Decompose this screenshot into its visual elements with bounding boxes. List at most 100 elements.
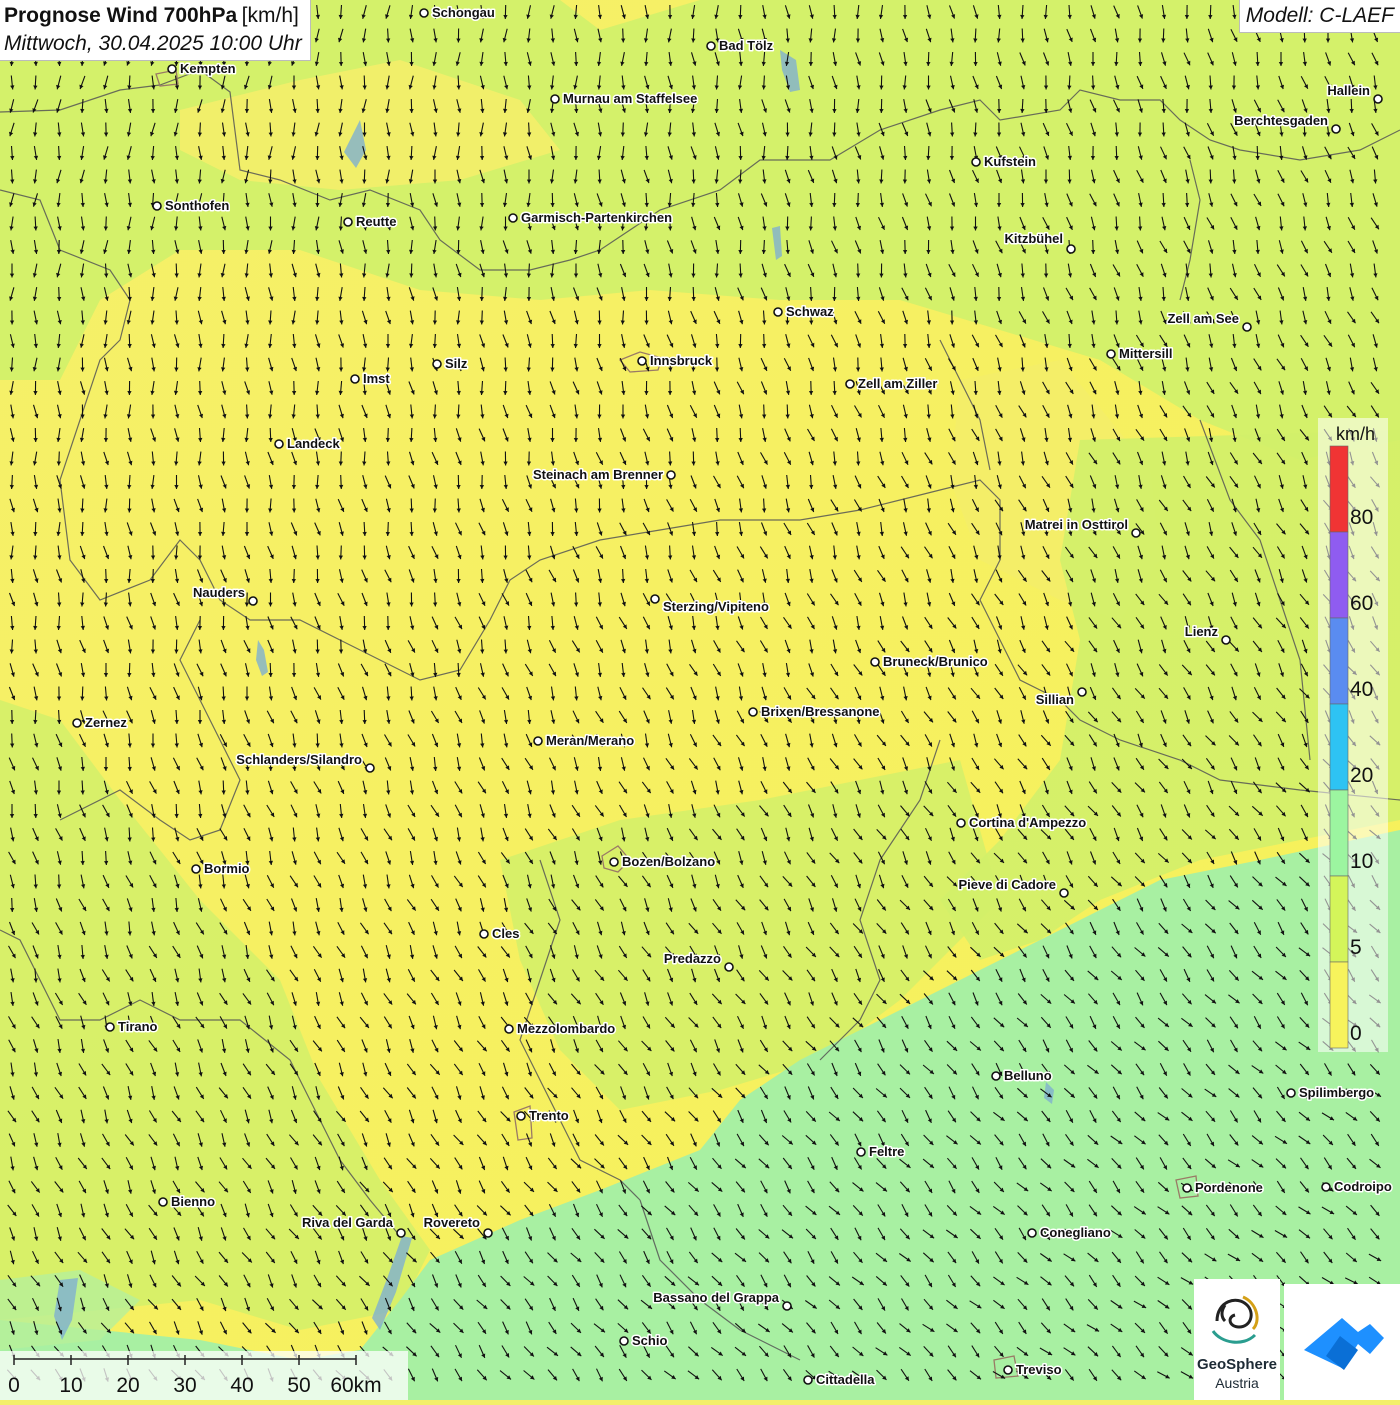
legend-tick-label: 0 — [1350, 1022, 1362, 1045]
scale-tick-label: 60km — [330, 1374, 381, 1397]
scale-bar: 0102030405060km — [0, 1351, 408, 1400]
geosphere-sub: Austria — [1194, 1375, 1280, 1391]
city-marker-icon — [1322, 1183, 1330, 1191]
city-murnau-am-staffelsee: Murnau am Staffelsee — [551, 91, 697, 106]
city-marker-icon — [249, 597, 257, 605]
city-marker-icon — [667, 471, 675, 479]
legend-tick-label: 80 — [1350, 506, 1373, 529]
legend-band — [1330, 618, 1348, 704]
city-label: Lienz — [1185, 624, 1219, 639]
map-title: Prognose Wind 700hPa — [4, 4, 237, 27]
city-marker-icon — [610, 858, 618, 866]
city-marker-icon — [972, 158, 980, 166]
city-label: Sillian — [1036, 692, 1074, 707]
city-marker-icon — [1078, 688, 1086, 696]
city-label: Schio — [632, 1333, 667, 1348]
scale-tick-label: 10 — [59, 1374, 82, 1397]
city-marker-icon — [168, 65, 176, 73]
city-label: Hallein — [1327, 83, 1370, 98]
city-label: Cortina d'Ampezzo — [969, 815, 1086, 830]
city-label: Murnau am Staffelsee — [563, 91, 697, 106]
city-meran-merano: Meran/Merano — [534, 733, 634, 748]
city-label: Sonthofen — [165, 198, 229, 213]
city-label: Mezzolombardo — [517, 1021, 615, 1036]
legend-band — [1330, 704, 1348, 790]
city-label: Brixen/Bressanone — [761, 704, 880, 719]
city-marker-icon — [551, 95, 559, 103]
city-marker-icon — [484, 1229, 492, 1237]
city-label: Silz — [445, 356, 468, 371]
city-label: Predazzo — [664, 951, 721, 966]
legend-tick-label: 20 — [1350, 764, 1373, 787]
city-bruneck-brunico: Bruneck/Brunico — [871, 654, 988, 669]
city-marker-icon — [344, 218, 352, 226]
mountain-cloud-icon — [1284, 1284, 1400, 1400]
city-marker-icon — [749, 708, 757, 716]
city-marker-icon — [651, 595, 659, 603]
city-cortina-d-ampezzo: Cortina d'Ampezzo — [957, 815, 1086, 830]
city-pordenone: Pordenone — [1183, 1180, 1263, 1195]
city-label: Bormio — [204, 861, 250, 876]
city-marker-icon — [420, 9, 428, 17]
legend-band — [1330, 962, 1348, 1048]
city-sonthofen: Sonthofen — [153, 198, 229, 213]
city-label: Feltre — [869, 1144, 904, 1159]
city-label: Bozen/Bolzano — [622, 854, 715, 869]
city-marker-icon — [1132, 529, 1140, 537]
city-marker-icon — [725, 963, 733, 971]
city-label: Kufstein — [984, 154, 1036, 169]
city-marker-icon — [1004, 1366, 1012, 1374]
city-label: Meran/Merano — [546, 733, 634, 748]
city-conegliano: Conegliano — [1028, 1225, 1111, 1240]
city-schongau: Schongau — [420, 5, 495, 20]
city-label: Trento — [529, 1108, 569, 1123]
city-label: Kempten — [180, 61, 236, 76]
scale-tick-label: 0 — [8, 1374, 20, 1397]
legend-tick-label: 60 — [1350, 592, 1373, 615]
city-label: Zell am Ziller — [858, 376, 937, 391]
city-marker-icon — [153, 202, 161, 210]
city-marker-icon — [366, 764, 374, 772]
legend-tick-label: 40 — [1350, 678, 1373, 701]
city-label: Tirano — [118, 1019, 158, 1034]
city-marker-icon — [992, 1072, 1000, 1080]
city-marker-icon — [846, 380, 854, 388]
city-label: Matrei in Osttirol — [1025, 517, 1128, 532]
city-marker-icon — [707, 42, 715, 50]
city-label: Codroipo — [1334, 1179, 1392, 1194]
city-label: Pieve di Cadore — [958, 877, 1056, 892]
legend-band — [1330, 532, 1348, 618]
city-label: Steinach am Brenner — [533, 467, 663, 482]
city-label: Garmisch-Partenkirchen — [521, 210, 672, 225]
city-label: Nauders — [193, 585, 245, 600]
city-marker-icon — [397, 1229, 405, 1237]
city-label: Mittersill — [1119, 346, 1172, 361]
city-label: Zell am See — [1167, 311, 1239, 326]
city-label: Belluno — [1004, 1068, 1052, 1083]
city-marker-icon — [433, 360, 441, 368]
city-marker-icon — [1183, 1184, 1191, 1192]
city-marker-icon — [351, 375, 359, 383]
city-marker-icon — [159, 1198, 167, 1206]
city-label: Schwaz — [786, 304, 834, 319]
scale-tick-label: 50 — [287, 1374, 310, 1397]
city-innsbruck: Innsbruck — [638, 353, 713, 368]
city-label: Riva del Garda — [302, 1215, 394, 1230]
city-marker-icon — [480, 930, 488, 938]
city-label: Innsbruck — [650, 353, 713, 368]
scale-tick-label: 20 — [116, 1374, 139, 1397]
scale-tick-label: 40 — [230, 1374, 253, 1397]
city-zell-am-ziller: Zell am Ziller — [846, 376, 937, 391]
legend-band — [1330, 446, 1348, 532]
legend-band — [1330, 790, 1348, 876]
model-label: Modell: C-LAEF — [1239, 0, 1400, 33]
city-label: Sterzing/Vipiteno — [663, 599, 769, 614]
city-marker-icon — [509, 214, 517, 222]
geosphere-emblem-icon — [1207, 1287, 1267, 1355]
city-mezzolombardo: Mezzolombardo — [505, 1021, 615, 1036]
city-marker-icon — [1028, 1229, 1036, 1237]
color-legend: km/h 806040201050 — [1318, 418, 1388, 1052]
city-marker-icon — [1107, 350, 1115, 358]
city-marker-icon — [1067, 245, 1075, 253]
city-garmisch-partenkirchen: Garmisch-Partenkirchen — [509, 210, 672, 225]
